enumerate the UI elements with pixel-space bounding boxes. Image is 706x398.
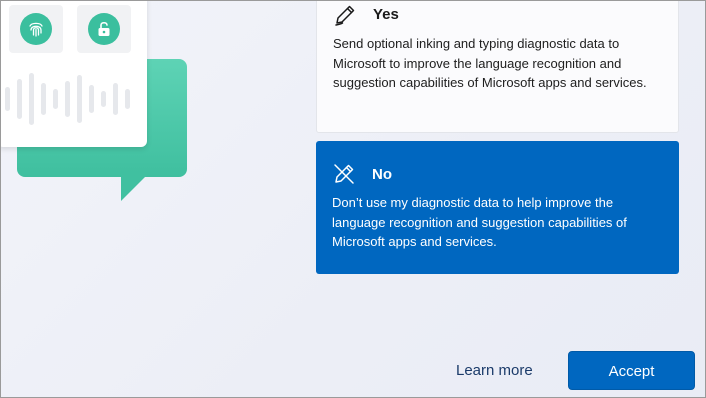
chat-bubble-tail <box>121 171 151 201</box>
option-card-no[interactable]: No Don’t use my diagnostic data to help … <box>316 141 679 274</box>
fingerprint-icon <box>29 22 43 37</box>
device-card-graphic <box>1 1 147 147</box>
unlock-icon <box>98 21 110 36</box>
accept-button[interactable]: Accept <box>568 351 695 390</box>
learn-more-link[interactable]: Learn more <box>456 362 533 379</box>
fingerprint-tile <box>9 5 63 53</box>
privacy-settings-page: Yes Send optional inking and typing diag… <box>0 0 706 398</box>
option-card-yes[interactable]: Yes Send optional inking and typing diag… <box>316 1 679 133</box>
option-title-yes: Yes <box>373 6 399 23</box>
option-description-yes: Send optional inking and typing diagnost… <box>333 36 647 90</box>
unlock-tile <box>77 5 131 53</box>
illustration <box>1 1 201 211</box>
option-title-no: No <box>372 166 392 183</box>
pen-icon <box>335 5 355 26</box>
option-description-no: Don’t use my diagnostic data to help imp… <box>332 195 627 249</box>
pen-off-icon <box>334 164 354 184</box>
